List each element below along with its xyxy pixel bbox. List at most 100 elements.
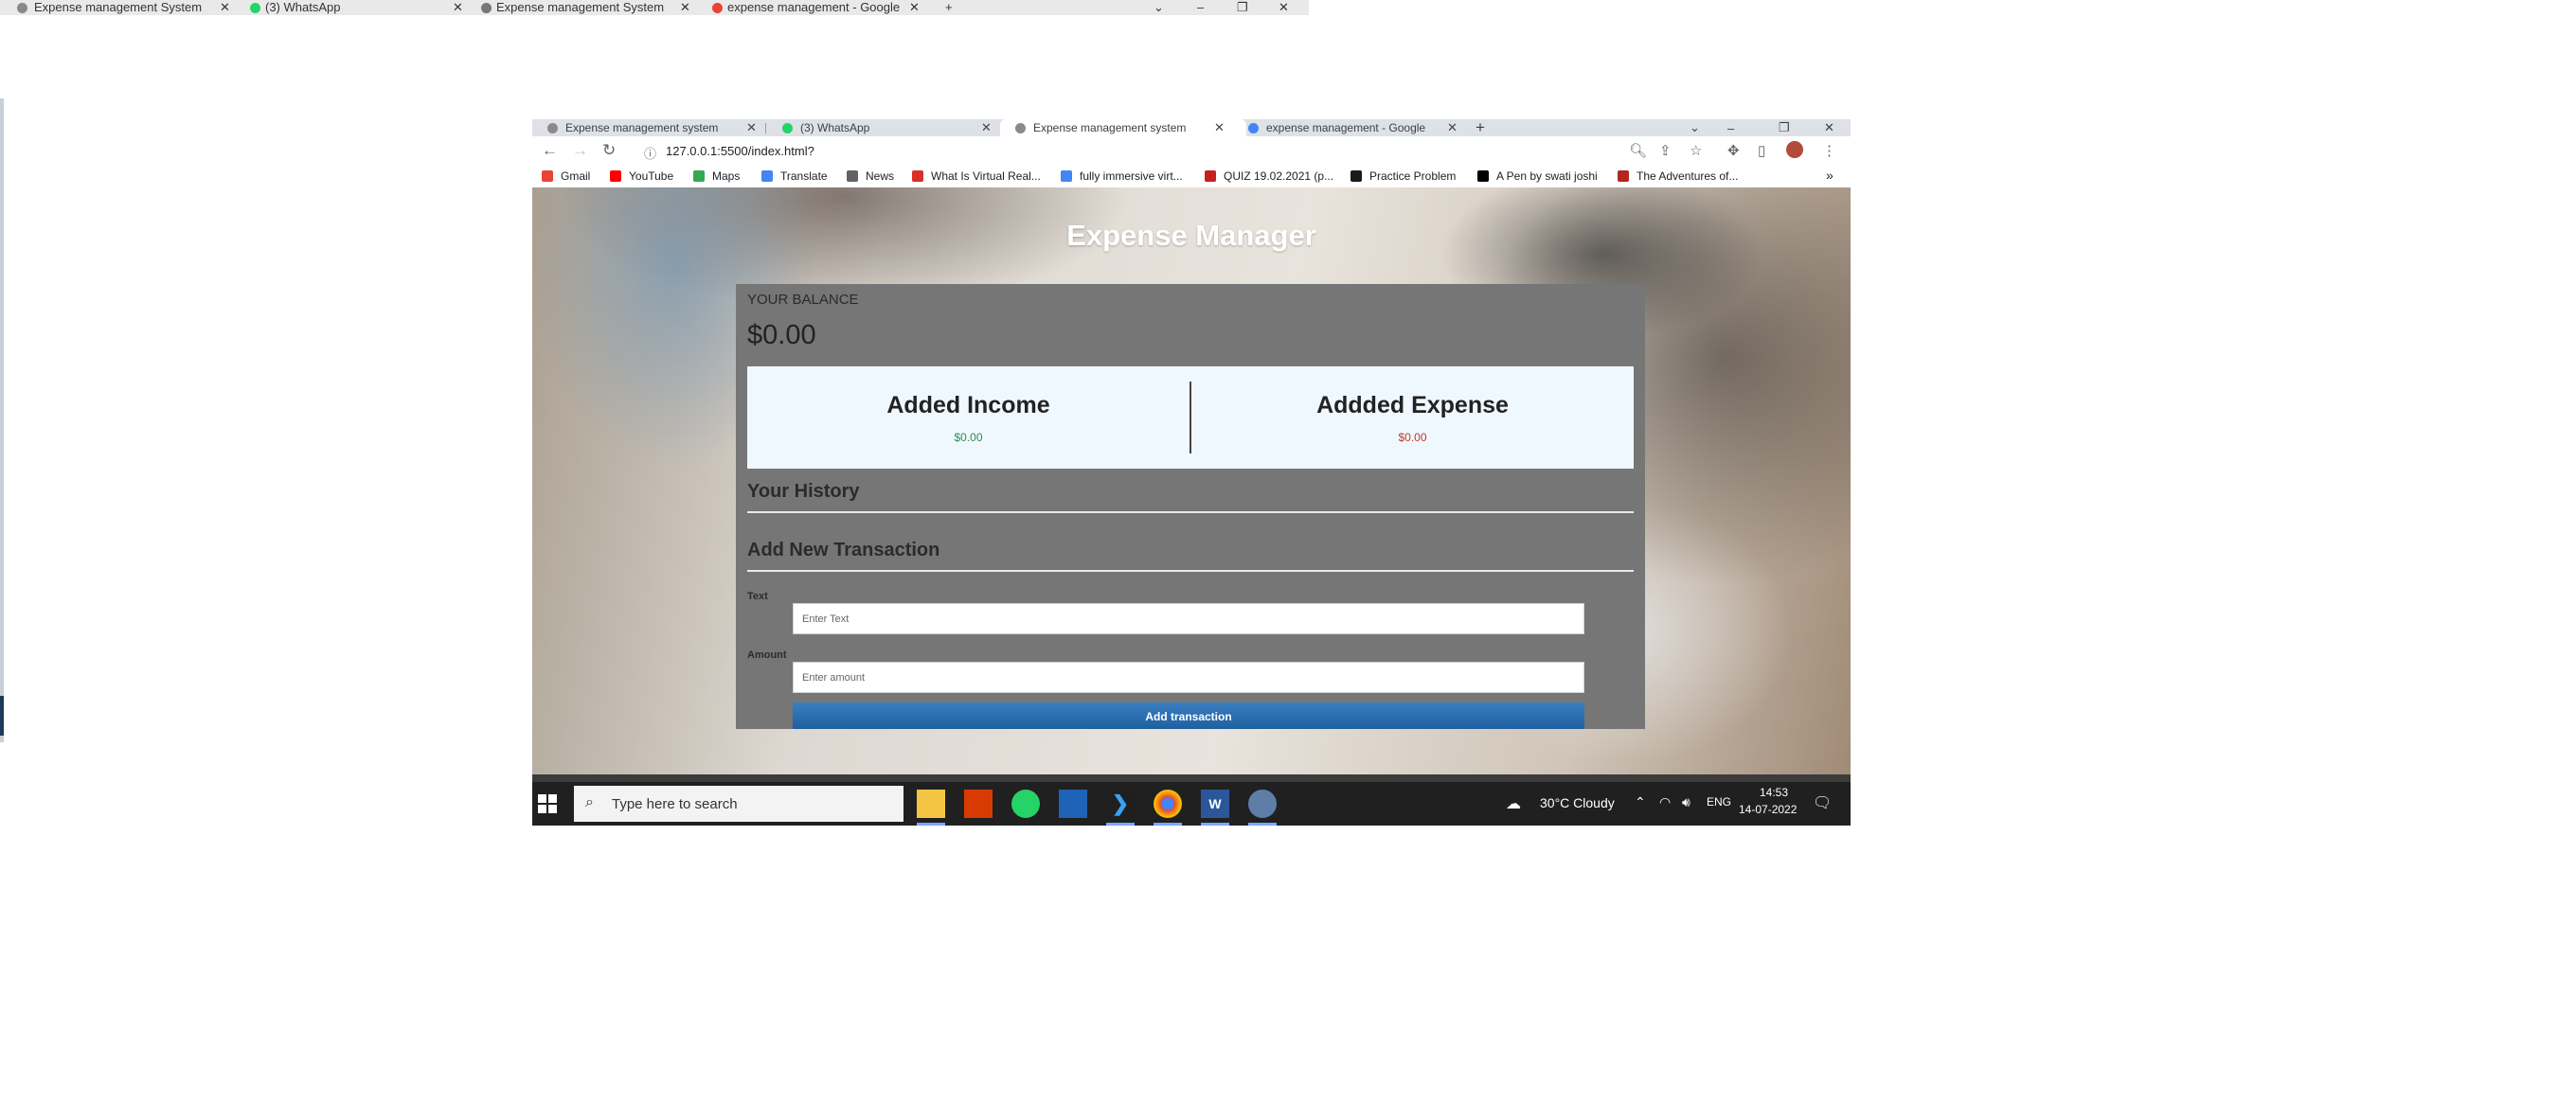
history-divider — [747, 511, 1634, 513]
side-panel-icon[interactable]: ▯ — [1758, 142, 1765, 159]
tab-expense-active[interactable]: Expense management system ✕ — [1000, 119, 1246, 136]
tab-expense-1[interactable]: Expense management system ✕ — [532, 119, 778, 136]
close-window-icon[interactable]: ✕ — [1279, 0, 1289, 15]
file-explorer-icon[interactable] — [917, 790, 945, 818]
bookmark-adventures[interactable]: The Adventures of... — [1618, 169, 1738, 183]
settings-app-icon[interactable] — [1248, 790, 1277, 818]
bookmark-gmail[interactable]: Gmail — [542, 169, 590, 183]
close-tab-icon[interactable]: ✕ — [981, 120, 992, 135]
windows-start-icon[interactable] — [538, 794, 557, 813]
tab-favicon-icon — [17, 3, 27, 13]
maximize-icon[interactable]: ❐ — [1237, 0, 1248, 15]
close-tab-icon[interactable]: ✕ — [1447, 120, 1458, 135]
bookmark-label: QUIZ 19.02.2021 (p... — [1224, 169, 1334, 183]
tray-chevron-up-icon[interactable]: ⌃ — [1635, 794, 1646, 810]
bookmark-quiz[interactable]: QUIZ 19.02.2021 (p... — [1205, 169, 1333, 183]
outer-tab-4[interactable]: expense management - Google — [727, 0, 907, 15]
tab-search-icon[interactable]: ⌄ — [1690, 119, 1700, 136]
outer-tab-close-icon[interactable]: ✕ — [680, 0, 690, 15]
bookmark-virtual-reality[interactable]: What Is Virtual Real... — [912, 169, 1041, 183]
amount-label: Amount — [747, 649, 787, 661]
quiz-icon — [1205, 170, 1216, 182]
close-tab-icon[interactable]: ✕ — [746, 120, 757, 135]
tab-favicon-icon — [1015, 122, 1026, 133]
url-text[interactable]: 127.0.0.1:5500/index.html? — [666, 144, 814, 158]
clock-time[interactable]: 14:53 — [1760, 786, 1788, 799]
bookmark-youtube[interactable]: YouTube — [610, 169, 673, 183]
bookmark-label: YouTube — [629, 169, 674, 183]
language-indicator[interactable]: ENG — [1707, 795, 1731, 809]
back-icon[interactable]: ← — [542, 141, 558, 160]
plus-icon: + — [1476, 119, 1485, 136]
add-transaction-button[interactable]: Add transaction — [793, 702, 1584, 729]
more-bookmarks-button[interactable]: » — [1826, 168, 1834, 183]
outer-tab-close-icon[interactable]: ✕ — [909, 0, 920, 15]
volume-icon[interactable]: 🔊︎ — [1682, 794, 1690, 810]
chevron-down-icon[interactable]: ⌄ — [1154, 0, 1164, 15]
tab-label: expense management - Google — [1266, 121, 1426, 134]
app-running-indicator — [1154, 823, 1182, 826]
minimize-icon[interactable]: – — [1727, 119, 1734, 136]
bookmark-label: Translate — [780, 169, 828, 183]
menu-kebab-icon[interactable]: ⋮ — [1822, 142, 1836, 159]
share-icon[interactable]: ⇪ — [1659, 142, 1672, 159]
bookmark-star-icon[interactable]: ☆ — [1690, 142, 1702, 159]
zoom-icon[interactable]: 🔍︎ — [1629, 142, 1647, 159]
maximize-icon[interactable]: ❐ — [1779, 119, 1790, 136]
weather-text[interactable]: 30°C Cloudy — [1540, 795, 1615, 810]
outer-tab-close-icon[interactable]: ✕ — [220, 0, 230, 15]
bookmark-codepen[interactable]: A Pen by swati joshi — [1477, 169, 1598, 183]
new-transaction-divider — [747, 570, 1634, 572]
tab-whatsapp[interactable]: (3) WhatsApp ✕ — [767, 119, 1013, 136]
chrome-icon[interactable] — [1154, 790, 1182, 818]
bookmark-label: Practice Problem — [1369, 169, 1457, 183]
tab-bar: Expense management system ✕ (3) WhatsApp… — [532, 119, 1851, 136]
extensions-icon[interactable]: ✥ — [1727, 142, 1740, 159]
bookmark-news[interactable]: News — [847, 169, 894, 183]
site-info-icon[interactable]: ⓘ — [644, 144, 656, 162]
amount-input[interactable] — [793, 662, 1584, 693]
income-expense-panel: Added Income $0.00 Addded Expense $0.00 — [747, 366, 1634, 469]
outer-tab-2[interactable]: (3) WhatsApp — [265, 0, 436, 15]
close-window-icon[interactable]: ✕ — [1824, 119, 1834, 136]
expense-title: Addded Expense — [1316, 392, 1509, 418]
whatsapp-icon[interactable] — [1011, 790, 1040, 818]
page-viewport: Expense Manager YOUR BALANCE $0.00 Added… — [532, 187, 1851, 774]
bookmark-immersive[interactable]: fully immersive virt... — [1061, 169, 1183, 183]
outer-tab-1[interactable]: Expense management System — [34, 0, 214, 15]
outer-browser-tabstrip: Expense management System ✕ (3) WhatsApp… — [0, 0, 1309, 15]
network-icon[interactable]: ◠ — [1659, 794, 1671, 810]
bookmark-translate[interactable]: Translate — [761, 169, 828, 183]
office-icon[interactable] — [964, 790, 993, 818]
bookmark-practice[interactable]: Practice Problem — [1351, 169, 1456, 183]
vscode-icon[interactable]: ❯ — [1106, 790, 1135, 818]
clock-date[interactable]: 14-07-2022 — [1739, 803, 1797, 816]
new-tab-button[interactable]: + — [1476, 119, 1494, 136]
tab-label: (3) WhatsApp — [800, 121, 870, 134]
notification-icon[interactable]: 🗨︎ — [1813, 793, 1832, 812]
reload-icon[interactable]: ↻ — [602, 141, 616, 160]
word-icon[interactable]: W — [1201, 790, 1229, 818]
outer-tab-3[interactable]: Expense management System — [496, 0, 676, 15]
whatsapp-icon — [250, 3, 260, 13]
site-icon — [912, 170, 923, 182]
bookmark-maps[interactable]: Maps — [693, 169, 740, 183]
bookmark-label: What Is Virtual Real... — [931, 169, 1041, 183]
tab-separator — [765, 123, 766, 133]
text-label: Text — [747, 591, 768, 602]
profile-avatar[interactable] — [1786, 141, 1803, 158]
page-bottom-edge — [532, 774, 1851, 782]
close-tab-icon[interactable]: ✕ — [1214, 120, 1225, 135]
bookmark-label: News — [866, 169, 895, 183]
taskbar-search-box[interactable]: ⌕ Type here to search — [574, 786, 903, 822]
outer-tab-close-icon[interactable]: ✕ — [453, 0, 463, 15]
tab-google[interactable]: expense management - Google ✕ — [1233, 119, 1479, 136]
news-icon — [847, 170, 858, 182]
text-input[interactable] — [793, 603, 1584, 634]
tab-favicon-icon — [547, 122, 558, 133]
minimize-icon[interactable]: – — [1197, 0, 1204, 15]
forward-icon[interactable]: → — [572, 141, 588, 160]
calendar-app-icon[interactable] — [1059, 790, 1087, 818]
google-icon — [1061, 170, 1072, 182]
new-tab-icon[interactable]: + — [945, 0, 953, 15]
